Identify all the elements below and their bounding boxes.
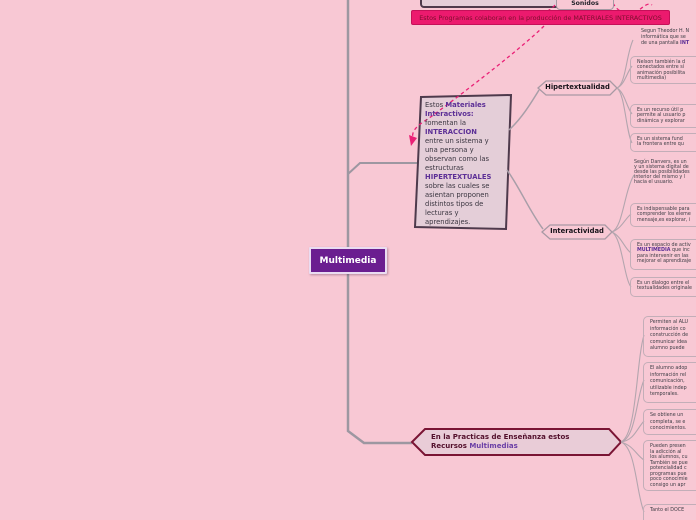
text-line: aprendizajes. bbox=[425, 218, 471, 226]
hipertextualidad-child-3[interactable]: Es un sistema fund la frontera entre qu bbox=[630, 133, 696, 152]
text-line: Recursos Multimedias bbox=[431, 442, 518, 450]
text-line: Tanto el DOCE bbox=[650, 508, 685, 513]
text-line: observan como las bbox=[425, 155, 490, 163]
highlight-text: Multimedias bbox=[469, 442, 518, 450]
center-node-multimedia[interactable]: Multimedia bbox=[309, 247, 387, 274]
text-line: consigo un apr bbox=[650, 482, 686, 488]
hiper-fan-lines bbox=[616, 39, 634, 144]
node-practicas[interactable]: En la Practicas de Enseñanza estos Recurs… bbox=[431, 433, 569, 451]
text-line: entre un sistema y bbox=[425, 137, 489, 145]
node-hipertextualidad[interactable]: Hipertextualidad bbox=[538, 83, 617, 91]
text-line: HIPERTEXTUALES bbox=[425, 173, 509, 182]
text-line: de una pantalla INT bbox=[641, 41, 690, 46]
text-line: estructuras bbox=[425, 164, 464, 172]
link-box-interactividad bbox=[506, 169, 544, 230]
text-line: temporales. bbox=[650, 392, 679, 397]
text-line: mejorar el aprendizaje bbox=[637, 259, 692, 265]
node-sonidos[interactable]: Sonidos bbox=[556, 0, 614, 10]
text-line: multimedia) bbox=[637, 76, 667, 82]
dashed-arrowhead bbox=[409, 135, 417, 146]
trunk-line bbox=[346, 0, 412, 445]
link-box-hipertextualidad bbox=[508, 89, 540, 131]
banner-materiales-interactivos[interactable]: Estos Programas colaboran en la producci… bbox=[411, 10, 670, 25]
hipertextualidad-child-1[interactable]: Nelson también la d conectados entre sí an… bbox=[630, 56, 696, 84]
highlight-text: INT bbox=[680, 41, 690, 46]
text-line: INTERACCION bbox=[425, 128, 509, 137]
hipertextualidad-child-2[interactable]: Es un recurso útil p permite al usuario p… bbox=[630, 104, 696, 128]
interactividad-child-0[interactable]: Según Danvers, es un y un sistema digital… bbox=[634, 160, 690, 186]
branch-main-box-line bbox=[347, 162, 428, 175]
mindmap-canvas: Sonidos Estos Programas colaboran en la … bbox=[0, 0, 696, 520]
text-line: dinámica y explorar bbox=[637, 118, 685, 124]
text-line: la frontera entre qu bbox=[637, 142, 684, 148]
highlight-text: Materiales bbox=[445, 101, 486, 109]
practicas-fan-lines bbox=[620, 334, 645, 513]
practicas-child-3[interactable]: Pueden presen la adicción al los alumnos, … bbox=[643, 440, 696, 491]
practicas-child-4[interactable]: Tanto el DOCE bbox=[643, 504, 696, 520]
highlight-text: INTERACCION bbox=[425, 128, 477, 136]
highlight-text: Interactivos: bbox=[425, 110, 474, 118]
text-line: mensaje,es explorar, i bbox=[637, 217, 691, 223]
text-line: Interactivos: bbox=[425, 110, 509, 119]
text-line: una persona y bbox=[425, 146, 474, 154]
highlight-text: MULTIMEDIA bbox=[637, 248, 671, 254]
inter-fan-lines bbox=[611, 174, 635, 288]
interactividad-child-1[interactable]: Es indispensable para comprender los elem… bbox=[630, 203, 696, 227]
text-line: sobre las cuales se bbox=[425, 182, 490, 190]
practicas-child-0[interactable]: Permiten al ALU información co construcció… bbox=[643, 316, 696, 357]
text-line: conocimientos. bbox=[650, 426, 687, 431]
text-line: lecturas y bbox=[425, 209, 459, 217]
text-line: asientan proponen bbox=[425, 191, 489, 199]
hipertextualidad-child-0[interactable]: Segun Theodor H. Ninformática que se de u… bbox=[641, 29, 689, 47]
practicas-child-1[interactable]: El alumno adop información rel comunicació… bbox=[643, 362, 696, 403]
highlight-text: HIPERTEXTUALES bbox=[425, 173, 492, 181]
text-line: distintos tipos de bbox=[425, 200, 484, 208]
interactividad-child-3[interactable]: Es un dialogo entre el textualidades orig… bbox=[630, 277, 696, 297]
text-line: alumno puede bbox=[650, 346, 685, 351]
node-interactividad[interactable]: Interactividad bbox=[540, 227, 614, 235]
text-line: textualidades originale bbox=[637, 286, 692, 292]
text-line: hacia el usuario. bbox=[634, 179, 674, 185]
text-line: Estos Materiales bbox=[425, 101, 486, 109]
practicas-child-2[interactable]: Se obtiene un completa, se e conocimientos… bbox=[643, 409, 696, 435]
text-line: fomentan la bbox=[425, 119, 467, 127]
text-line: En la Practicas de Enseñanza estos bbox=[431, 433, 570, 441]
main-box-text[interactable]: Estos Materiales Interactivos: fomentan la… bbox=[425, 101, 509, 227]
interactividad-child-2[interactable]: Es un espacio de activ MULTIMEDIA que inc… bbox=[630, 239, 696, 270]
